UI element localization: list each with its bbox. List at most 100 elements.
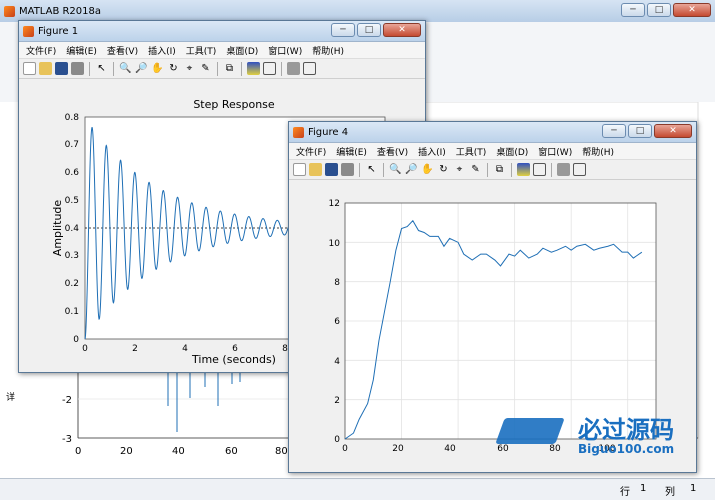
rotate-3d-icon[interactable]: ↻ <box>437 163 450 176</box>
figure4-title: Figure 4 <box>308 126 349 138</box>
fig1-xtick: 4 <box>182 344 188 354</box>
open-folder-icon[interactable] <box>309 163 322 176</box>
main-window-controls: ─ □ ✕ <box>621 3 711 17</box>
brush-icon[interactable]: ✎ <box>199 62 212 75</box>
menu-window[interactable]: 窗口(W) <box>533 145 577 158</box>
minimize-icon[interactable]: ─ <box>602 124 626 138</box>
figure4-titlebar[interactable]: Figure 4 ─ □ ✕ <box>289 122 696 143</box>
brush-icon[interactable]: ✎ <box>469 163 482 176</box>
pan-hand-icon[interactable]: ✋ <box>151 62 164 75</box>
link-plot-icon[interactable]: ⧉ <box>223 62 236 75</box>
bg-xtick-0: 0 <box>75 446 81 457</box>
watermark-title: 必过源码 <box>578 416 674 444</box>
menu-window[interactable]: 窗口(W) <box>263 44 307 57</box>
hide-plot-tools-icon[interactable] <box>557 163 570 176</box>
data-cursor-icon[interactable]: ⌖ <box>183 62 196 75</box>
status-col-value: 1 <box>690 483 697 494</box>
show-plot-tools-icon[interactable] <box>573 163 586 176</box>
fig4-xtick: 0 <box>342 444 348 454</box>
figure1-menubar: 文件(F) 编辑(E) 查看(V) 插入(I) 工具(T) 桌面(D) 窗口(W… <box>19 42 425 59</box>
fig1-ytick: 0.7 <box>65 140 79 150</box>
edit-plot-arrow-icon[interactable]: ↖ <box>95 62 108 75</box>
bg-xtick-4: 80 <box>275 446 288 457</box>
menu-insert[interactable]: 插入(I) <box>413 145 451 158</box>
fig1-ytick: 0 <box>73 335 79 345</box>
menu-insert[interactable]: 插入(I) <box>143 44 181 57</box>
legend-icon[interactable] <box>533 163 546 176</box>
menu-view[interactable]: 查看(V) <box>372 145 413 158</box>
menu-edit[interactable]: 编辑(E) <box>61 44 102 57</box>
menu-tools[interactable]: 工具(T) <box>181 44 222 57</box>
graduation-cap-icon <box>495 418 565 444</box>
colorbar-icon[interactable] <box>247 62 260 75</box>
zoom-in-icon[interactable]: 🔍 <box>119 62 132 75</box>
menu-file[interactable]: 文件(F) <box>21 44 61 57</box>
link-plot-icon[interactable]: ⧉ <box>493 163 506 176</box>
new-figure-icon[interactable] <box>293 163 306 176</box>
menu-desktop[interactable]: 桌面(D) <box>221 44 263 57</box>
figure4-menubar: 文件(F) 编辑(E) 查看(V) 插入(I) 工具(T) 桌面(D) 窗口(W… <box>289 143 696 160</box>
fig1-ytick: 0.3 <box>65 251 79 261</box>
figure1-chart-title: Step Response <box>193 98 275 111</box>
data-cursor-icon[interactable]: ⌖ <box>453 163 466 176</box>
new-figure-icon[interactable] <box>23 62 36 75</box>
maximize-icon[interactable]: □ <box>628 124 652 138</box>
bg-xtick-2: 40 <box>172 446 185 457</box>
zoom-out-icon[interactable]: 🔎 <box>135 62 148 75</box>
menu-help[interactable]: 帮助(H) <box>307 44 349 57</box>
fig4-ytick: 0 <box>334 435 340 445</box>
legend-icon[interactable] <box>263 62 276 75</box>
figure4-window-controls: ─ □ ✕ <box>602 124 692 138</box>
print-icon[interactable] <box>341 163 354 176</box>
watermark-url: Biguo100.com <box>578 442 675 456</box>
hide-plot-tools-icon[interactable] <box>287 62 300 75</box>
main-statusbar: 行 1 列 1 <box>0 478 715 500</box>
fig4-ytick: 8 <box>334 278 340 288</box>
figure1-titlebar[interactable]: Figure 1 ─ □ ✕ <box>19 21 425 42</box>
close-icon[interactable]: ✕ <box>654 124 692 138</box>
fig4-ytick: 6 <box>334 317 340 327</box>
fig1-ytick: 0.5 <box>65 196 79 206</box>
figure1-ylabel: Amplitude <box>51 200 64 257</box>
close-icon[interactable]: ✕ <box>383 23 421 37</box>
save-icon[interactable] <box>55 62 68 75</box>
edit-plot-arrow-icon[interactable]: ↖ <box>365 163 378 176</box>
save-icon[interactable] <box>325 163 338 176</box>
figure1-window-controls: ─ □ ✕ <box>331 23 421 37</box>
close-icon[interactable]: ✕ <box>673 3 711 17</box>
figure1-toolbar: ↖ 🔍 🔎 ✋ ↻ ⌖ ✎ ⧉ <box>19 59 425 79</box>
rotate-3d-icon[interactable]: ↻ <box>167 62 180 75</box>
matlab-logo-icon <box>4 5 15 17</box>
fig1-ytick: 0.2 <box>65 279 79 289</box>
figure-icon <box>23 25 34 37</box>
fig4-ytick: 12 <box>329 199 340 209</box>
menu-desktop[interactable]: 桌面(D) <box>491 145 533 158</box>
zoom-in-icon[interactable]: 🔍 <box>389 163 402 176</box>
menu-file[interactable]: 文件(F) <box>291 145 331 158</box>
fig1-xtick: 0 <box>82 344 88 354</box>
colorbar-icon[interactable] <box>517 163 530 176</box>
print-icon[interactable] <box>71 62 84 75</box>
menu-view[interactable]: 查看(V) <box>102 44 143 57</box>
zoom-out-icon[interactable]: 🔎 <box>405 163 418 176</box>
status-col-label: 列 <box>665 487 675 498</box>
fig1-ytick: 0.4 <box>65 224 80 234</box>
open-folder-icon[interactable] <box>39 62 52 75</box>
menu-help[interactable]: 帮助(H) <box>577 145 619 158</box>
fig1-xtick: 6 <box>232 344 238 354</box>
maximize-icon[interactable]: □ <box>647 3 671 17</box>
menu-edit[interactable]: 编辑(E) <box>331 145 372 158</box>
status-row-value: 1 <box>640 483 647 494</box>
show-plot-tools-icon[interactable] <box>303 62 316 75</box>
maximize-icon[interactable]: □ <box>357 23 381 37</box>
fig1-ytick: 0.1 <box>65 307 79 317</box>
fig4-xtick: 20 <box>392 444 404 454</box>
minimize-icon[interactable]: ─ <box>331 23 355 37</box>
watermark: 必过源码 Biguo100.com <box>495 410 700 465</box>
pan-hand-icon[interactable]: ✋ <box>421 163 434 176</box>
bg-xtick-3: 60 <box>225 446 238 457</box>
status-row-label: 行 <box>620 487 630 498</box>
menu-tools[interactable]: 工具(T) <box>451 145 492 158</box>
main-window-title: MATLAB R2018a <box>19 5 102 17</box>
minimize-icon[interactable]: ─ <box>621 3 645 17</box>
